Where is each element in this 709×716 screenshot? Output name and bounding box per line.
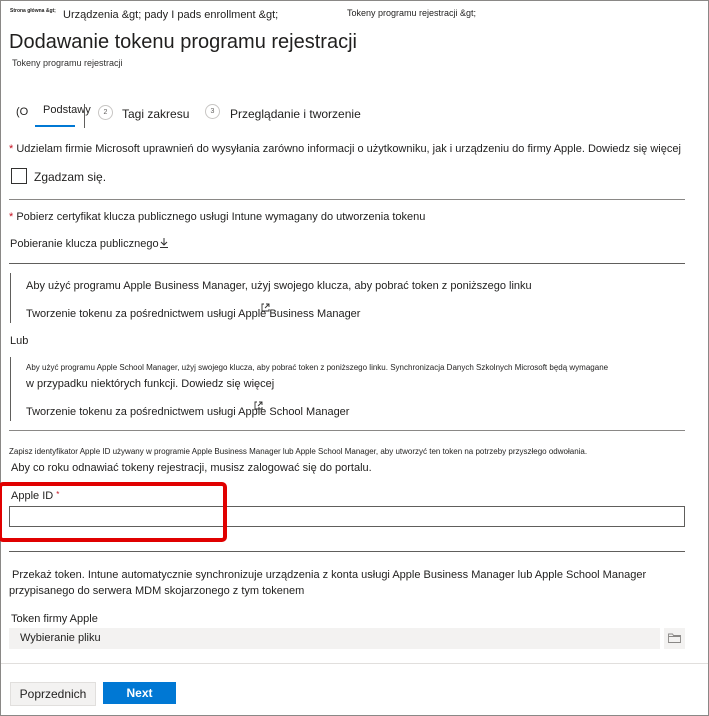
divider [9,199,685,200]
browse-folder-button[interactable] [664,628,685,649]
apple-id-note-line1: Zapisz identyfikator Apple ID używany w … [9,447,588,456]
divider [9,263,685,264]
school-manager-link-label: Tworzenie tokenu za pośrednictwem usługi… [26,406,350,418]
external-link-icon [261,303,270,312]
step-basics-indicator: (O [16,106,29,118]
folder-icon [668,633,681,643]
consent-description: Udzielam firmie Microsoft uprawnień do w… [16,143,681,155]
breadcrumb-home[interactable]: Strona główna &gt; [10,8,56,14]
school-manager-info-line2: w przypadku niektórych funkcji. Dowiedz … [26,378,275,390]
apple-id-note-line2: Aby co roku odnawiać tokeny rejestracji,… [11,462,372,474]
step-2-circle: 2 [98,105,113,120]
footer-divider [1,663,708,664]
step-3-circle: 3 [205,104,220,119]
consent-checkbox[interactable] [11,168,27,184]
info-bar [10,357,11,421]
tab-review-create[interactable]: Przeglądanie i tworzenie [230,107,361,121]
tab-scope-tags[interactable]: Tagi zakresu [122,107,189,121]
school-manager-link[interactable]: Tworzenie tokenu za pośrednictwem usługi… [26,401,350,418]
business-manager-link-label: Tworzenie tokenu za pośrednictwem usługi… [26,308,361,320]
page-title: Dodawanie tokenu programu rejestracji [9,31,357,53]
divider [9,430,685,431]
upload-text-line2: przypisanego do serwera MDM skojarzonego… [9,585,305,597]
certificate-text: * Pobierz certyfikat klucza publicznego … [9,211,425,223]
page-subtitle: Tokeny programu rejestracji [12,58,123,68]
breadcrumb: Strona główna &gt; Urządzenia &gt; pady … [10,8,610,24]
divider [9,551,685,552]
download-public-key-link[interactable]: Pobieranie klucza publicznego [10,238,168,250]
tab-basics-divider [84,104,85,128]
breadcrumb-devices[interactable]: Urządzenia &gt; pady I pads enrollment &… [63,9,278,21]
apple-token-label: Token firmy Apple [11,613,98,625]
consent-checkbox-label[interactable]: Zgadzam się. [34,170,106,184]
tab-basics-underline [35,125,75,127]
required-mark: * [9,211,14,223]
upload-text-line1: Przekaż token. Intune automatycznie sync… [12,569,647,581]
external-link-icon [254,401,263,410]
next-button[interactable]: Next [103,682,176,704]
previous-button[interactable]: Poprzednich [10,682,96,706]
download-public-key-label: Pobieranie klucza publicznego [10,238,159,250]
info-bar [10,273,11,323]
business-manager-info: Aby użyć programu Apple Business Manager… [26,280,532,292]
breadcrumb-tokens[interactable]: Tokeny programu rejestracji &gt; [347,8,476,18]
file-picker[interactable]: Wybieranie pliku [9,628,660,649]
consent-text: * Udzielam firmie Microsoft uprawnień do… [9,143,681,155]
school-manager-info-line1: Aby użyć programu Apple School Manager, … [26,363,609,372]
certificate-description: Pobierz certyfikat klucza publicznego us… [16,211,426,223]
download-icon [159,238,168,248]
file-picker-placeholder: Wybieranie pliku [20,632,101,644]
required-mark: * [9,143,14,155]
or-label: Lub [10,335,29,347]
highlight-annotation [0,482,227,542]
business-manager-link[interactable]: Tworzenie tokenu za pośrednictwem usługi… [26,303,361,320]
